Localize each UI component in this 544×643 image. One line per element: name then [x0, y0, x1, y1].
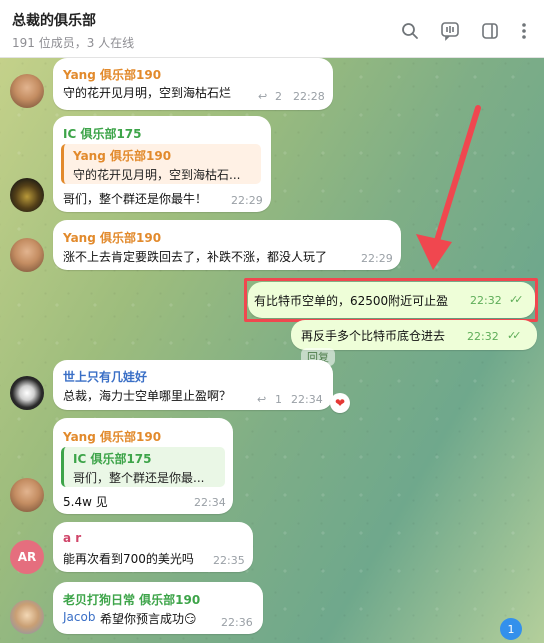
sidebar-icon[interactable]	[479, 20, 501, 42]
video-chat-icon[interactable]	[439, 20, 461, 42]
more-icon[interactable]	[513, 20, 535, 42]
message-list[interactable]: Yang 俱乐部190 守的花开见月明，空到海枯石烂 ↩ 2 22:28 IC …	[0, 58, 544, 643]
annotation-arrow	[416, 105, 481, 270]
unread-badge[interactable]: 1	[500, 618, 522, 640]
member-count: 191 位成员，3 人在线	[12, 36, 135, 50]
search-icon[interactable]	[399, 20, 421, 42]
chat-title[interactable]: 总裁的俱乐部	[12, 10, 96, 30]
chat-header: 总裁的俱乐部 191 位成员，3 人在线	[0, 0, 544, 58]
